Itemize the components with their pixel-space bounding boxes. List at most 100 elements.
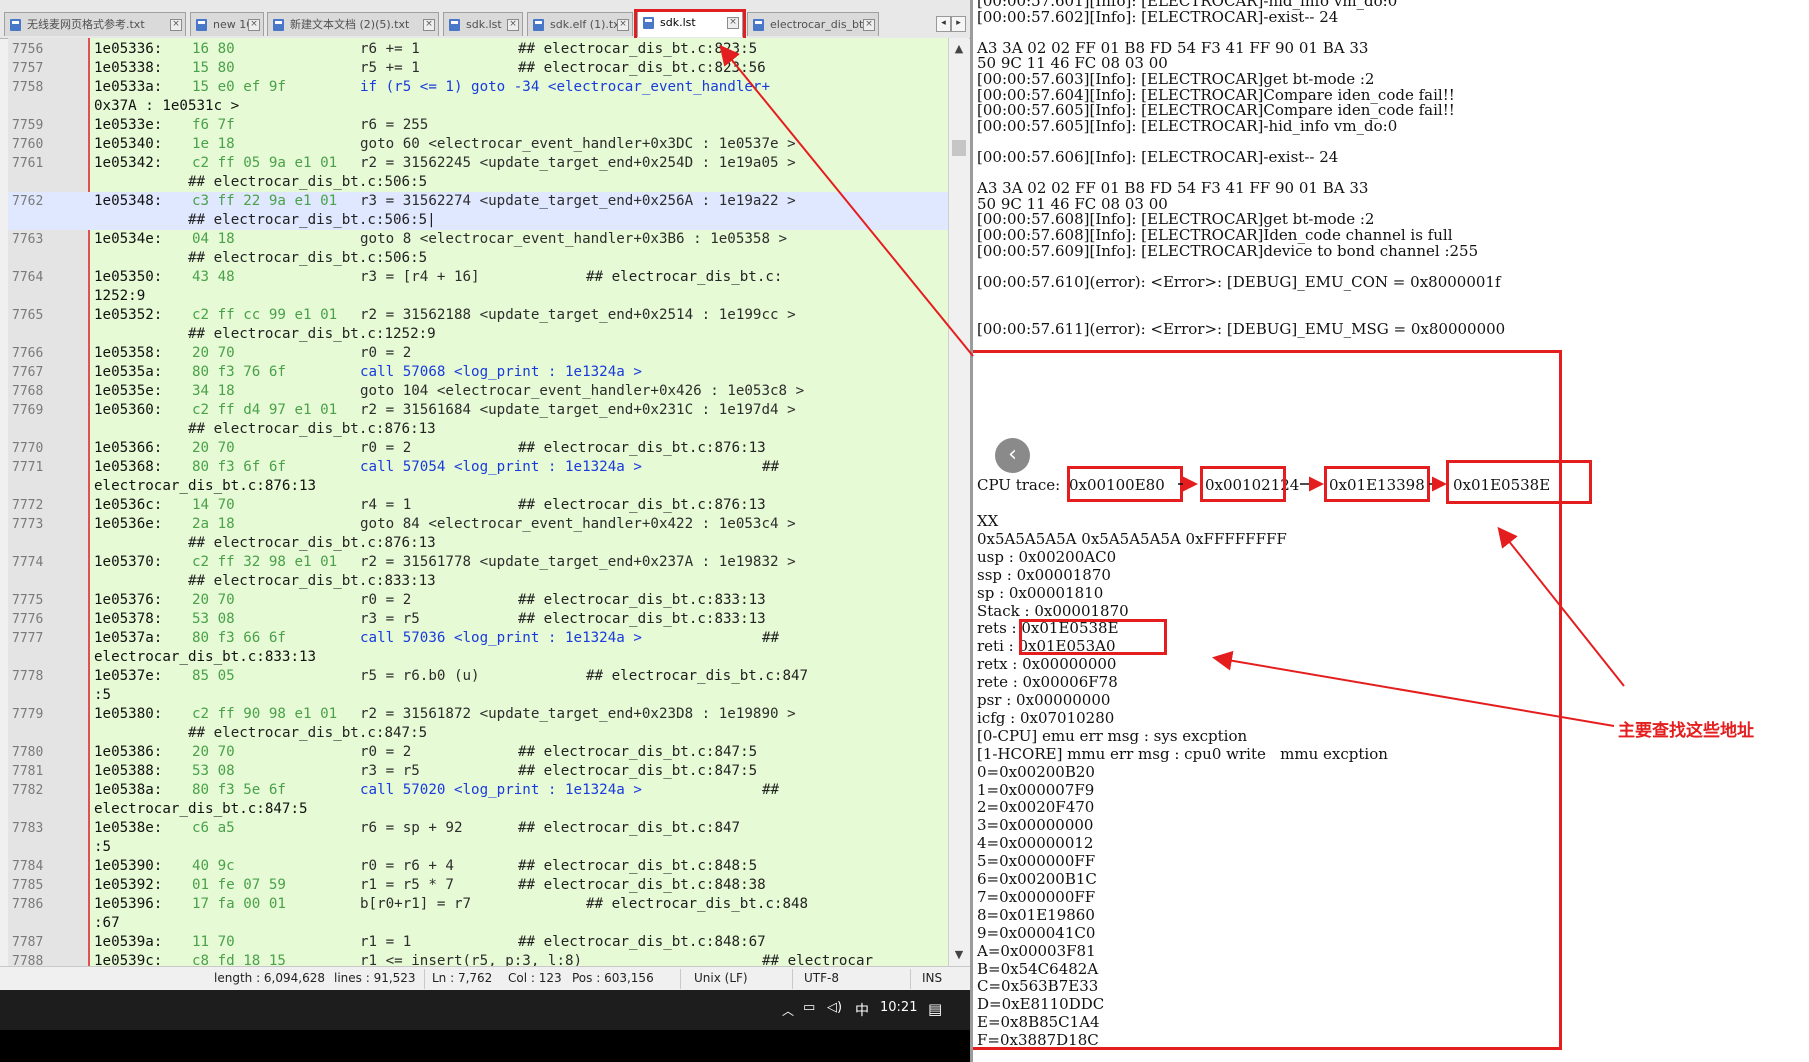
code-line: 7787 1e0539a: 11 70 r1 = 1 ## electrocar_dis… xyxy=(8,933,948,952)
log-line: [00:00:57.602][Info]: [ELECTROCAR]-exist… xyxy=(977,7,1339,26)
code-address: 1e05396: xyxy=(94,896,163,912)
taskbar-bottom-strip xyxy=(0,1030,970,1062)
ime-indicator[interactable]: 中 xyxy=(855,1000,869,1020)
chevron-up-icon[interactable]: ︿ xyxy=(782,1002,794,1019)
code-bytes: 80 f3 76 6f xyxy=(192,364,286,380)
line-number: 7773 xyxy=(12,517,44,532)
line-number: 7758 xyxy=(12,80,44,95)
code-address: 1e05340: xyxy=(94,136,163,152)
code-address: 1252:9 xyxy=(94,288,146,304)
log-line: [00:00:57.610](error): <Error>: [DEBUG]_… xyxy=(977,272,1501,291)
status-eol: Unix (LF) xyxy=(694,971,748,985)
line-number: 7756 xyxy=(12,42,44,57)
code-comment: ## electrocar_dis_bt.c:823:56 xyxy=(518,60,766,76)
notification-icon[interactable]: ▤ xyxy=(928,1000,942,1018)
line-number: 7765 xyxy=(12,308,44,323)
close-icon[interactable]: × xyxy=(507,19,519,31)
code-operation: r2 = 31561778 <update_target_end+0x237A … xyxy=(360,554,796,570)
code-line: 7785 1e05392: 01 fe 07 59 r1 = r5 * 7 ## ele… xyxy=(8,876,948,895)
code-line: electrocar_dis_bt.c:847:5 xyxy=(8,800,948,819)
code-bytes: 2a 18 xyxy=(192,516,235,532)
code-line: 7771 1e05368: 80 f3 6f 6f call 57054 <log_p… xyxy=(8,458,948,477)
code-line: ## electrocar_dis_bt.c:506:5 xyxy=(8,249,948,268)
code-comment: ## electrocar_dis_bt.c:847:5 xyxy=(518,763,758,779)
speaker-icon[interactable]: ◁) xyxy=(827,1000,842,1015)
close-icon[interactable]: × xyxy=(248,19,260,31)
code-line: 7764 1e05350: 43 48 r3 = [r4 + 16] ## electr… xyxy=(8,268,948,287)
scroll-thumb[interactable] xyxy=(952,140,966,156)
code-comment: ## electrocar_dis_bt.c:848:67 xyxy=(518,934,766,950)
code-line: 7778 1e0537e: 85 05 r5 = r6.b0 (u) ## electr… xyxy=(8,667,948,686)
trace-box-4 xyxy=(1446,460,1592,504)
tab-0[interactable]: 无线麦网页格式参考.txt × xyxy=(4,12,186,36)
code-operation: r0 = 2 xyxy=(360,440,412,456)
rets-reti-box xyxy=(1019,619,1167,655)
code-bytes: 53 08 xyxy=(192,763,235,779)
close-icon[interactable]: × xyxy=(617,19,629,31)
code-address: electrocar_dis_bt.c:847:5 xyxy=(94,801,308,817)
code-address: 1e05350: xyxy=(94,269,163,285)
code-comment: ## electrocar_dis_bt.c: xyxy=(586,269,783,285)
code-line: 1252:9 xyxy=(8,287,948,306)
code-comment: ## electrocar_dis_bt.c:506:5| xyxy=(188,212,436,228)
code-address: :5 xyxy=(94,687,112,703)
code-address: 1e05380: xyxy=(94,706,163,722)
code-line: 7762 1e05348: c3 ff 22 9a e1 01 r3 = 315622… xyxy=(8,192,948,211)
code-address: 1e0533e: xyxy=(94,117,163,133)
tab-label: sdk.elf (1).tx xyxy=(550,18,620,31)
code-comment: ## electrocar_dis_bt.c:876:13 xyxy=(188,535,436,551)
line-number: 7760 xyxy=(12,137,44,152)
tab-label: 新建文本文档 (2)(5).txt xyxy=(290,18,410,31)
code-comment: ## electrocar_dis_bt.c:833:13 xyxy=(518,592,766,608)
tab-1[interactable]: new 16 × xyxy=(190,12,264,36)
code-line: 7768 1e0535e: 34 18 goto 104 <electrocar_ev… xyxy=(8,382,948,401)
tab-2[interactable]: 新建文本文档 (2)(5).txt × xyxy=(267,12,439,36)
code-bytes: 20 70 xyxy=(192,345,235,361)
code-bytes: 43 48 xyxy=(192,269,235,285)
tab-scroll-left-button[interactable]: ◂ xyxy=(936,16,951,32)
code-operation: b[r0+r1] = r7 xyxy=(360,896,472,912)
code-operation: r6 += 1 xyxy=(360,41,420,57)
annotation-text: 主要查找这些地址 xyxy=(1618,721,1754,741)
code-line: 7766 1e05358: 20 70 r0 = 2 xyxy=(8,344,948,363)
code-line: :5 xyxy=(8,686,948,705)
code-comment: ## electrocar_dis_bt.c:847:5 xyxy=(518,744,758,760)
code-bytes: 04 18 xyxy=(192,231,235,247)
code-bytes: 17 fa 00 01 xyxy=(192,896,286,912)
tab-scroll-right-button[interactable]: ▸ xyxy=(951,16,966,32)
serial-log-window: [00:00:57.601][Info]: [ELECTROCAR]-hid_i… xyxy=(970,0,1809,1062)
scroll-up-icon[interactable]: ▲ xyxy=(949,40,969,58)
code-operation: call 57036 <log_print : 1e1324a > xyxy=(360,630,642,646)
clock[interactable]: 10:21 xyxy=(880,1000,917,1015)
code-bytes: 16 80 xyxy=(192,41,235,57)
network-icon[interactable]: ▭ xyxy=(803,1000,815,1015)
code-line: 7779 1e05380: c2 ff 90 98 e1 01 r2 = 315618… xyxy=(8,705,948,724)
code-line: :5 xyxy=(8,838,948,857)
log-line: [00:00:57.609][Info]: [ELECTROCAR]device… xyxy=(977,241,1479,260)
code-address: 1e05376: xyxy=(94,592,163,608)
code-operation: r5 = r6.b0 (u) xyxy=(360,668,480,684)
code-address: :5 xyxy=(94,839,112,855)
close-icon[interactable]: × xyxy=(170,19,182,31)
close-icon[interactable]: × xyxy=(863,19,875,31)
code-operation: r0 = 2 xyxy=(360,345,412,361)
tab-3[interactable]: sdk.lst × xyxy=(443,12,523,36)
code-address: 1e05390: xyxy=(94,858,163,874)
close-icon[interactable]: × xyxy=(423,19,435,31)
code-address: 1e0538a: xyxy=(94,782,163,798)
code-line: 7788 1e0539c: c8 fd 18 15 r1 <= insert(r5, … xyxy=(8,952,948,966)
tab-4[interactable]: sdk.elf (1).tx × xyxy=(527,12,633,36)
line-number: 7786 xyxy=(12,897,44,912)
line-number: 7776 xyxy=(12,612,44,627)
code-view[interactable]: 7756 1e05336: 16 80 r6 += 1 ## electrocar_di… xyxy=(8,38,948,966)
code-comment: ## electrocar_dis_bt.c:876:13 xyxy=(518,440,766,456)
line-number: 7785 xyxy=(12,878,44,893)
tab-label: 无线麦网页格式参考.txt xyxy=(27,18,145,31)
code-bytes: 15 80 xyxy=(192,60,235,76)
scroll-down-icon[interactable]: ▼ xyxy=(949,946,969,964)
code-operation: r2 = 31561872 <update_target_end+0x23D8 … xyxy=(360,706,796,722)
vertical-scrollbar[interactable]: ▲ ▼ xyxy=(948,38,969,966)
tab-6[interactable]: electrocar_dis_bt.c × xyxy=(747,12,879,36)
code-comment: ## electrocar_dis_bt.c:506:5 xyxy=(188,174,428,190)
code-operation: goto 84 <electrocar_event_handler+0x422 … xyxy=(360,516,796,532)
